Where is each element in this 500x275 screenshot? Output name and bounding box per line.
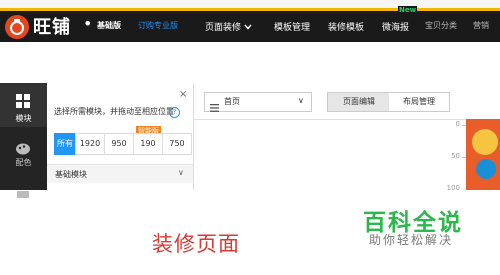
help-icon[interactable]: ?	[169, 107, 180, 118]
close-icon[interactable]: ×	[179, 89, 187, 100]
rail-item-label: 模块	[15, 114, 32, 123]
section-basic-modules[interactable]: 基础模块 ∨	[47, 164, 193, 183]
nav-item-micro-poster[interactable]: 微海报	[382, 20, 409, 33]
vertical-ruler: 0 50 100	[446, 119, 466, 192]
ruler-tick-label: 0	[455, 120, 460, 128]
new-badge: New	[398, 6, 418, 14]
nav-item-label: 页面装修	[205, 23, 242, 33]
nav-item-item-category[interactable]: 宝贝分类	[425, 20, 457, 31]
workspace: 首页 ∨ 页面编辑 布局管理 0 50 100	[194, 83, 500, 192]
watermark-subtitle: 助你轻松解决	[369, 233, 454, 247]
page-preview-image[interactable]	[466, 119, 500, 190]
nav-item-marketing[interactable]: 营销	[473, 20, 489, 31]
chevron-down-icon	[244, 23, 252, 33]
brand-name[interactable]: 旺铺	[33, 13, 71, 39]
watermark: 百科全说 助你轻松解决	[355, 201, 462, 257]
section-title: 基础模块	[55, 170, 87, 179]
ruler-tick-label: 100	[446, 184, 460, 192]
chevron-down-icon: ∨	[178, 168, 184, 177]
tab-page-edit[interactable]: 页面编辑	[327, 92, 391, 112]
module-panel: × 选择所需模块，并拖动至相应位置 ? 智能版 所有 1920 950 190 …	[47, 83, 194, 190]
brand-dot: •	[83, 14, 93, 33]
tab-750[interactable]: 750	[162, 133, 192, 155]
page-select[interactable]: 首页 ∨	[204, 92, 312, 112]
rail-item-modules[interactable]: 模块	[0, 83, 47, 127]
rail-item-label: 配色	[15, 158, 32, 167]
tab-190[interactable]: 190	[133, 133, 163, 155]
width-filter-tabs: 所有 1920 950 190 750	[54, 133, 192, 155]
ruler-tick-label: 50	[451, 152, 460, 160]
top-nav-bar: 旺铺 • 基础版 订购专业版 页面装修 模板管理 装修模板 微海报 New 宝贝…	[0, 6, 500, 42]
preview-decoration	[472, 129, 498, 155]
page-select-value: 首页	[224, 97, 240, 106]
preview-decoration	[476, 159, 496, 179]
tab-all[interactable]: 所有	[54, 133, 76, 155]
nav-item-decoration-templates[interactable]: 装修模板	[328, 20, 364, 33]
square-icon[interactable]	[17, 183, 29, 202]
tab-1920[interactable]: 1920	[75, 133, 105, 155]
caption-text: 装修页面	[152, 232, 240, 256]
chevron-down-icon: ∨	[298, 96, 304, 105]
nav-item-page-decoration[interactable]: 页面装修	[205, 20, 252, 33]
wangpu-logo-icon[interactable]	[5, 15, 29, 39]
top-strip	[0, 0, 500, 8]
grid-icon	[16, 93, 30, 112]
tab-layout-management[interactable]: 布局管理	[389, 92, 450, 112]
tab-950[interactable]: 950	[104, 133, 134, 155]
upgrade-link[interactable]: 订购专业版	[138, 20, 178, 31]
module-hint: 选择所需模块，并拖动至相应位置	[54, 107, 174, 116]
menu-icon	[210, 97, 219, 116]
nav-item-template-management[interactable]: 模板管理	[274, 20, 310, 33]
edition-badge: 基础版	[97, 21, 121, 30]
workspace-toolbar: 首页 ∨ 页面编辑 布局管理	[194, 83, 500, 120]
left-rail: 模块 配色	[0, 83, 47, 198]
